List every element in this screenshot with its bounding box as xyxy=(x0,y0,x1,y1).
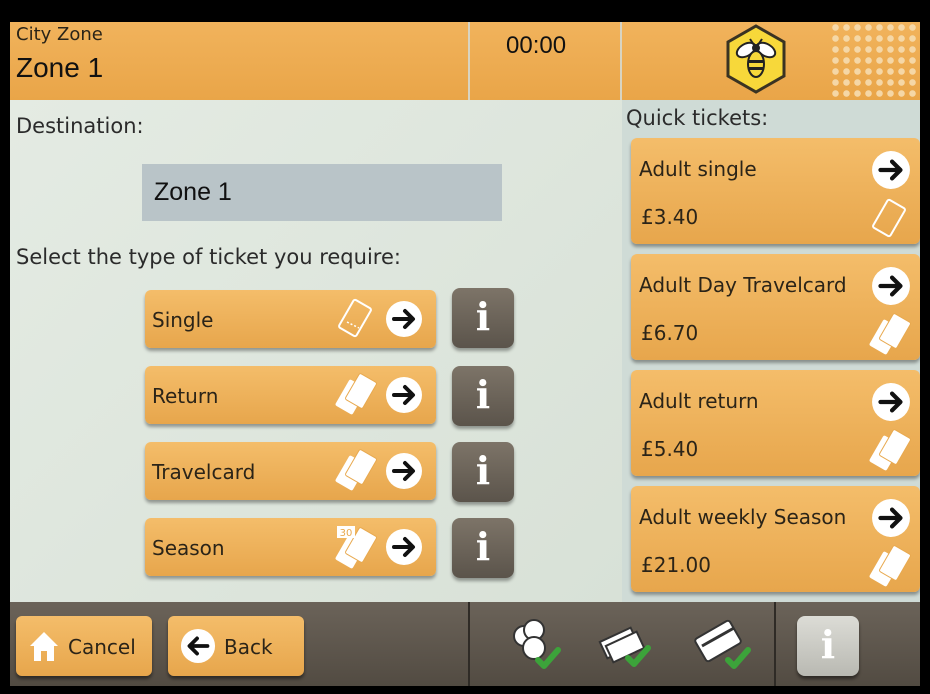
clock: 00:00 xyxy=(506,32,567,59)
ticket-type-label: Season xyxy=(152,536,225,560)
header-bar: City Zone Zone 1 00:00 xyxy=(10,22,920,100)
cancel-button[interactable]: Cancel xyxy=(16,616,152,676)
quick-ticket-price: £6.70 xyxy=(641,321,699,345)
quick-ticket-price: £5.40 xyxy=(641,437,699,461)
info-icon: i xyxy=(475,294,491,339)
decorative-dots xyxy=(830,22,920,100)
ticket-type-label: Travelcard xyxy=(152,460,256,484)
arrow-right-icon xyxy=(872,267,910,305)
season-badge: 30 xyxy=(340,528,353,539)
help-info-button[interactable]: i xyxy=(797,616,859,676)
quick-ticket-price: £21.00 xyxy=(641,553,711,577)
quick-ticket-name: Adult single xyxy=(639,157,757,181)
destination-label: Destination: xyxy=(16,114,144,138)
arrow-right-icon xyxy=(386,453,422,489)
bee-logo-icon xyxy=(726,24,786,94)
ticket-machine-screen: City Zone Zone 1 00:00 Destination: Zone… xyxy=(0,0,930,694)
travelcard-icon xyxy=(869,313,911,355)
header-divider xyxy=(620,22,622,100)
quick-ticket-adult-single[interactable]: Adult single £3.40 xyxy=(631,138,920,244)
quick-ticket-name: Adult weekly Season xyxy=(639,505,847,529)
arrow-right-icon xyxy=(386,529,422,565)
return-ticket-icon xyxy=(869,429,911,471)
back-label: Back xyxy=(224,635,273,659)
single-info-button[interactable]: i xyxy=(452,288,514,348)
quick-ticket-name: Adult Day Travelcard xyxy=(639,273,847,297)
season-ticket-icon: 30 xyxy=(335,526,377,569)
single-ticket-icon xyxy=(338,298,372,338)
quick-ticket-adult-day-travelcard[interactable]: Adult Day Travelcard £6.70 xyxy=(631,254,920,360)
footer-bar: Cancel Back i xyxy=(10,602,920,686)
card-accepted-icon xyxy=(694,619,751,669)
arrow-right-icon xyxy=(872,151,910,189)
arrow-right-icon xyxy=(386,301,422,337)
back-button[interactable]: Back xyxy=(168,616,304,676)
arrow-right-icon xyxy=(872,383,910,421)
arrow-right-icon xyxy=(872,499,910,537)
return-ticket-button[interactable]: Return xyxy=(145,366,436,424)
quick-ticket-name: Adult return xyxy=(639,389,759,413)
travelcard-icon xyxy=(335,449,377,491)
home-icon xyxy=(30,632,58,661)
info-icon: i xyxy=(820,622,836,667)
ticket-type-prompt: Select the type of ticket you require: xyxy=(16,245,401,269)
current-zone-label: City Zone xyxy=(16,24,103,45)
single-ticket-icon xyxy=(872,198,906,238)
travelcard-button[interactable]: Travelcard xyxy=(145,442,436,500)
notes-accepted-icon xyxy=(598,626,651,667)
quick-tickets-label: Quick tickets: xyxy=(626,106,769,130)
arrow-right-icon xyxy=(386,377,422,413)
season-info-button[interactable]: i xyxy=(452,518,514,578)
destination-value: Zone 1 xyxy=(154,178,232,206)
season-ticket-icon xyxy=(869,545,911,587)
footer-divider xyxy=(774,602,776,686)
info-icon: i xyxy=(475,524,491,569)
header-divider xyxy=(468,22,470,100)
ticket-type-label: Single xyxy=(152,308,214,332)
coins-accepted-icon xyxy=(513,619,561,669)
ticket-type-label: Return xyxy=(152,384,219,408)
info-icon: i xyxy=(475,372,491,417)
quick-ticket-price: £3.40 xyxy=(641,205,699,229)
return-ticket-icon xyxy=(335,373,377,415)
season-ticket-button[interactable]: Season 30 xyxy=(145,518,436,576)
info-icon: i xyxy=(475,448,491,493)
single-ticket-button[interactable]: Single xyxy=(145,290,436,348)
destination-field: Zone 1 xyxy=(142,164,502,221)
quick-ticket-adult-return[interactable]: Adult return £5.40 xyxy=(631,370,920,476)
return-info-button[interactable]: i xyxy=(452,366,514,426)
arrow-left-icon xyxy=(180,628,216,664)
travelcard-info-button[interactable]: i xyxy=(452,442,514,502)
current-zone-value: Zone 1 xyxy=(16,52,104,83)
footer-divider xyxy=(468,602,470,686)
quick-ticket-adult-weekly-season[interactable]: Adult weekly Season £21.00 xyxy=(631,486,920,592)
cancel-label: Cancel xyxy=(68,635,136,659)
